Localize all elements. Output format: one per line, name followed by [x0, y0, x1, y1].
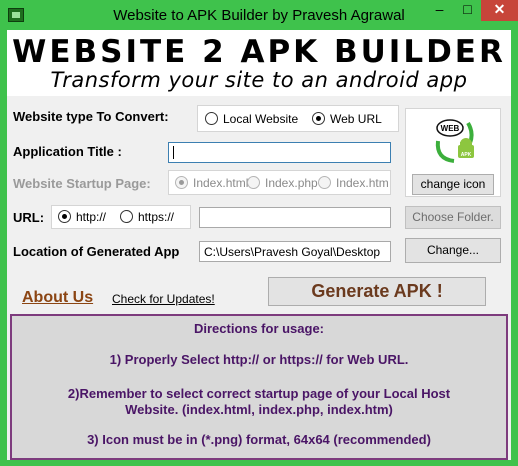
- radio-http[interactable]: http://: [58, 210, 106, 224]
- radio-https-label: https://: [138, 210, 175, 224]
- radio-https-indicator[interactable]: [120, 210, 133, 223]
- url-input[interactable]: [199, 207, 391, 228]
- maximize-button[interactable]: □: [454, 0, 481, 21]
- radio-web-url-indicator[interactable]: [312, 112, 325, 125]
- banner-title: WEBSITE 2 APK BUILDER: [12, 34, 506, 70]
- url-label: URL:: [13, 210, 45, 225]
- location-label: Location of Generated App: [13, 244, 180, 259]
- icon-apk-text: APK: [461, 152, 472, 158]
- change-location-button[interactable]: Change...: [405, 238, 501, 263]
- main-panel: WEBSITE 2 APK BUILDER Transform your sit…: [7, 30, 511, 460]
- about-us-link[interactable]: About Us: [22, 289, 93, 307]
- direction-item-3: 3) Icon must be in (*.png) format, 64x64…: [87, 432, 431, 447]
- startup-page-label: Website Startup Page:: [13, 176, 151, 191]
- radio-web-url-label: Web URL: [330, 112, 382, 126]
- radio-http-label: http://: [76, 210, 107, 224]
- radio-index-htm[interactable]: Index.htm: [318, 176, 389, 190]
- location-input[interactable]: C:\Users\Pravesh Goyal\Desktop: [199, 241, 391, 262]
- radio-local-website[interactable]: Local Website: [205, 112, 298, 126]
- text-caret: [173, 146, 174, 159]
- url-protocol-group: http:// https://: [51, 205, 191, 229]
- radio-index-php-label: Index.php: [265, 176, 318, 190]
- directions-panel: Directions for usage: 1) Properly Select…: [10, 314, 508, 460]
- radio-index-htm-indicator[interactable]: [318, 176, 331, 189]
- radio-http-indicator[interactable]: [58, 210, 71, 223]
- check-updates-link[interactable]: Check for Updates!: [112, 292, 215, 306]
- direction-item-2-cont: Website. (index.html, index.php, index.h…: [125, 402, 393, 417]
- title-bar[interactable]: Website to APK Builder by Pravesh Agrawa…: [0, 0, 518, 30]
- radio-index-htm-label: Index.htm: [336, 176, 389, 190]
- radio-index-html-indicator[interactable]: [175, 176, 188, 189]
- close-button[interactable]: ✕: [481, 0, 518, 21]
- radio-web-url[interactable]: Web URL: [312, 112, 382, 126]
- banner: WEBSITE 2 APK BUILDER Transform your sit…: [7, 30, 511, 96]
- minimize-button[interactable]: –: [426, 0, 453, 21]
- direction-item-2: 2)Remember to select correct startup pag…: [67, 386, 451, 401]
- app-window: Website to APK Builder by Pravesh Agrawa…: [0, 0, 518, 466]
- radio-local-website-label: Local Website: [223, 112, 299, 126]
- app-title-input[interactable]: [168, 142, 391, 163]
- web-to-apk-android-icon: WEB APK: [428, 115, 480, 167]
- choose-folder-button[interactable]: Choose Folder.: [405, 206, 501, 229]
- radio-index-html-label: Index.html: [193, 176, 249, 190]
- icon-web-text: WEB: [441, 124, 460, 133]
- directions-heading: Directions for usage:: [193, 321, 325, 336]
- change-icon-button[interactable]: change icon: [412, 174, 494, 195]
- radio-index-php-indicator[interactable]: [247, 176, 260, 189]
- icon-preview-panel: WEB APK change icon: [405, 108, 501, 197]
- radio-index-html[interactable]: Index.html: [175, 176, 248, 190]
- website-type-label: Website type To Convert:: [13, 109, 169, 124]
- generate-apk-button[interactable]: Generate APK !: [268, 277, 486, 306]
- website-type-group: Local Website Web URL: [197, 105, 399, 132]
- radio-https[interactable]: https://: [120, 210, 174, 224]
- direction-item-1: 1) Properly Select http:// or https:// f…: [109, 352, 409, 367]
- banner-subtitle: Transform your site to an android app: [50, 68, 468, 92]
- radio-local-website-indicator[interactable]: [205, 112, 218, 125]
- app-title-label: Application Title :: [13, 144, 122, 159]
- startup-page-group: Index.html Index.php Index.htm: [168, 170, 391, 195]
- radio-index-php[interactable]: Index.php: [247, 176, 318, 190]
